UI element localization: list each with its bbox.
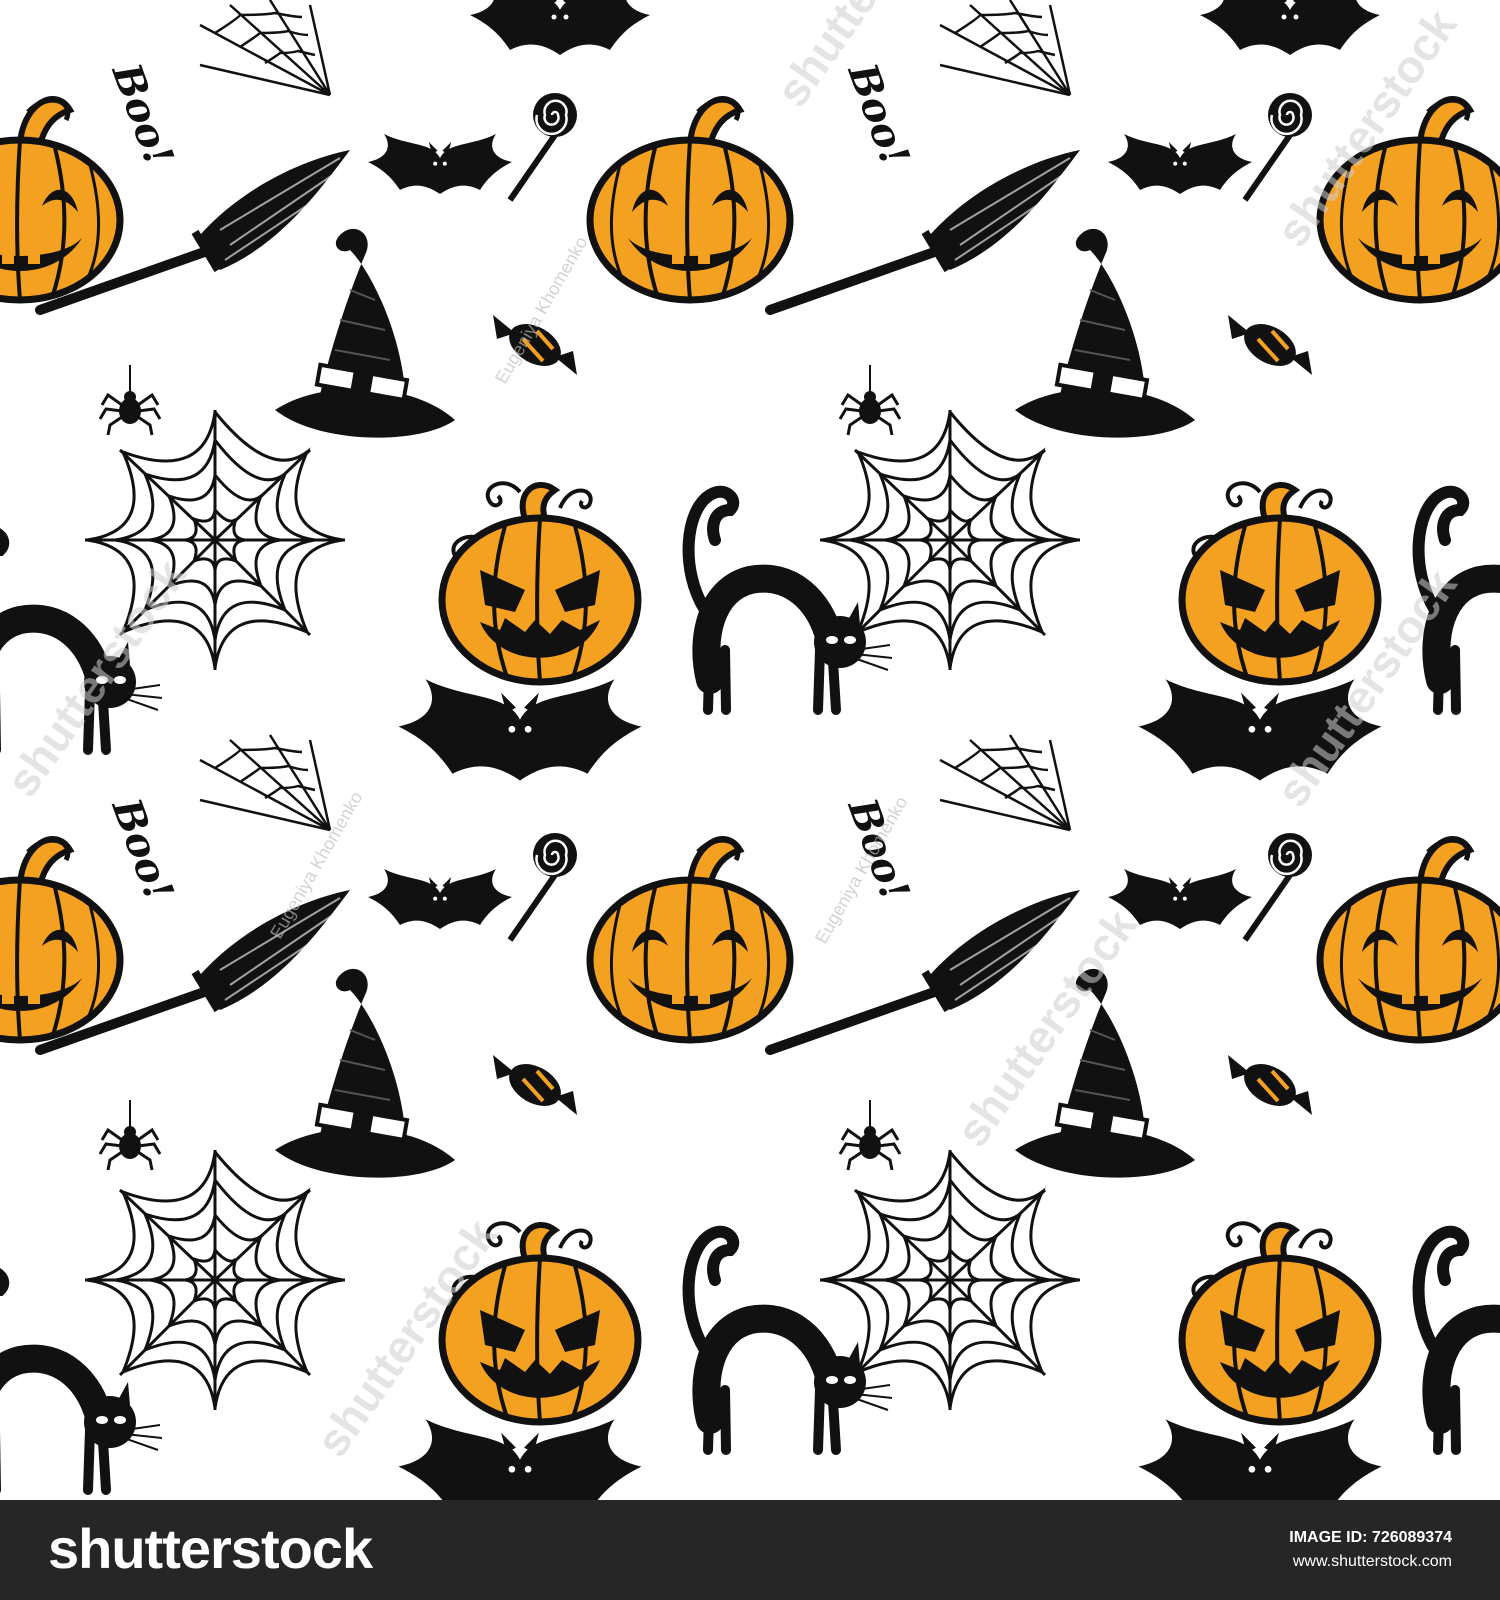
image-meta: IMAGE ID: 726089374 www.shutterstock.com bbox=[1289, 1526, 1452, 1574]
pattern-canvas: Boo! Boo! Boo! Boo! shutterstock shutter… bbox=[0, 0, 1500, 1500]
boo-lettering: Boo! bbox=[838, 56, 918, 171]
halloween-pattern-artwork: Boo! Boo! Boo! Boo! shutterstock shutter… bbox=[0, 0, 1500, 1500]
stock-footer-bar: shutterstock IMAGE ID: 726089374 www.shu… bbox=[0, 1500, 1500, 1600]
image-id-label: IMAGE ID: 726089374 bbox=[1289, 1529, 1452, 1546]
shutterstock-logo: shutterstock bbox=[48, 1517, 373, 1580]
boo-lettering: Boo! bbox=[102, 791, 182, 906]
site-url[interactable]: www.shutterstock.com bbox=[1289, 1550, 1452, 1574]
boo-lettering: Boo! bbox=[102, 56, 182, 171]
watermark-site-text: shutterstock bbox=[0, 549, 197, 805]
pattern-tile-2 bbox=[0, 0, 1500, 781]
